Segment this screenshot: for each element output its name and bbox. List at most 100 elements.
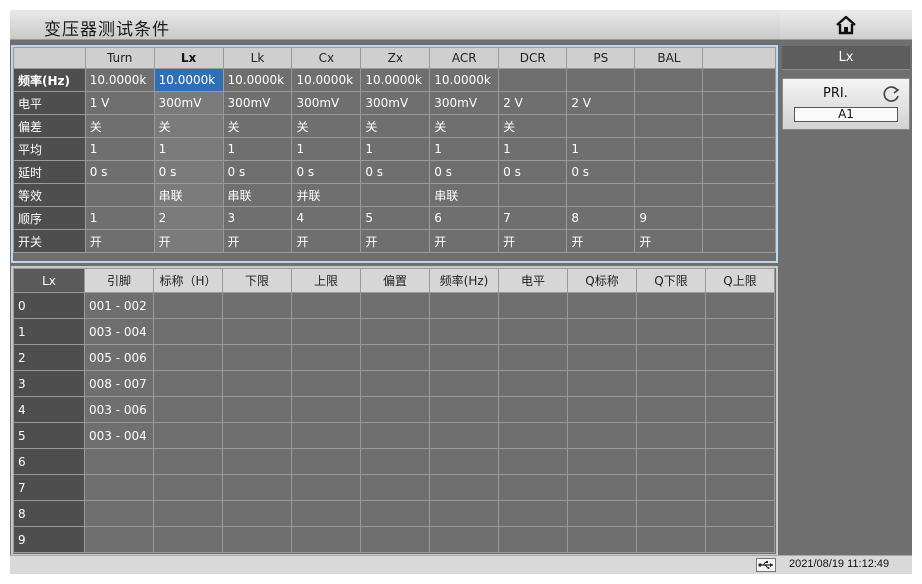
limit-cell[interactable]: [636, 292, 706, 319]
limit-cell[interactable]: [291, 370, 361, 397]
pin-cell[interactable]: 003 - 004: [84, 318, 154, 345]
limit-cell[interactable]: [429, 344, 499, 371]
setting-cell[interactable]: [634, 137, 704, 161]
limit-cell[interactable]: [291, 422, 361, 449]
setting-cell[interactable]: 2 V: [498, 91, 568, 115]
limit-cell[interactable]: [291, 292, 361, 319]
table-row[interactable]: 0 001 - 002: [13, 292, 775, 319]
limit-cell[interactable]: [291, 500, 361, 527]
setting-cell[interactable]: 3: [222, 206, 293, 230]
pin-cell[interactable]: 005 - 006: [84, 344, 154, 371]
limit-cell[interactable]: [360, 318, 430, 345]
limit-cell[interactable]: [567, 344, 637, 371]
setting-cell[interactable]: 1: [153, 137, 224, 161]
setting-cell[interactable]: 0 s: [498, 160, 568, 184]
limit-cell[interactable]: [360, 500, 430, 527]
limit-cell[interactable]: [705, 526, 775, 553]
table-row[interactable]: 2 005 - 006: [13, 344, 775, 371]
limit-cell[interactable]: [153, 318, 223, 345]
setting-cell[interactable]: 串联: [429, 183, 500, 207]
setting-cell[interactable]: 1: [291, 137, 362, 161]
limit-cell[interactable]: [291, 318, 361, 345]
setting-cell[interactable]: 0 s: [360, 160, 431, 184]
setting-cell[interactable]: 开: [291, 229, 362, 253]
setting-cell[interactable]: 9: [634, 206, 704, 230]
limit-cell[interactable]: [429, 500, 499, 527]
limit-cell[interactable]: [222, 422, 292, 449]
setting-cell[interactable]: 关: [222, 114, 293, 138]
setting-cell[interactable]: 开: [566, 229, 636, 253]
limit-cell[interactable]: [636, 344, 706, 371]
limit-cell[interactable]: [360, 396, 430, 423]
setting-cell[interactable]: [566, 183, 636, 207]
limit-cell[interactable]: [498, 396, 568, 423]
setting-cell[interactable]: 10.0000k: [429, 68, 500, 92]
setting-cell[interactable]: 1: [429, 137, 500, 161]
setting-cell[interactable]: 0 s: [291, 160, 362, 184]
setting-cell[interactable]: 300mV: [360, 91, 431, 115]
limit-cell[interactable]: [567, 396, 637, 423]
setting-cell[interactable]: [84, 183, 155, 207]
setting-cell[interactable]: 1: [84, 137, 155, 161]
setting-cell[interactable]: [566, 114, 636, 138]
limit-cell[interactable]: [429, 474, 499, 501]
limit-cell[interactable]: [153, 526, 223, 553]
setting-cell[interactable]: 关: [84, 114, 155, 138]
limit-cell[interactable]: [429, 396, 499, 423]
table-row[interactable]: 8: [13, 500, 775, 527]
setting-cell[interactable]: 300mV: [291, 91, 362, 115]
limit-cell[interactable]: [360, 526, 430, 553]
setting-cell[interactable]: [634, 183, 704, 207]
limit-cell[interactable]: [153, 370, 223, 397]
limit-cell[interactable]: [636, 422, 706, 449]
limit-cell[interactable]: [498, 474, 568, 501]
limit-cell[interactable]: [636, 370, 706, 397]
setting-cell[interactable]: 300mV: [222, 91, 293, 115]
setting-cell[interactable]: 7: [498, 206, 568, 230]
limit-cell[interactable]: [705, 396, 775, 423]
setting-cell[interactable]: [702, 114, 776, 138]
limit-cell[interactable]: [498, 448, 568, 475]
setting-cell[interactable]: 8: [566, 206, 636, 230]
pin-cell[interactable]: 008 - 007: [84, 370, 154, 397]
setting-cell[interactable]: 1 V: [84, 91, 155, 115]
limit-cell[interactable]: [429, 526, 499, 553]
setting-cell[interactable]: 关: [498, 114, 568, 138]
limit-cell[interactable]: [705, 448, 775, 475]
limit-cell[interactable]: [567, 422, 637, 449]
setting-cell[interactable]: 10.0000k: [360, 68, 431, 92]
pri-button[interactable]: PRI. A1: [782, 78, 910, 130]
setting-cell[interactable]: 1: [360, 137, 431, 161]
limit-cell[interactable]: [153, 422, 223, 449]
limit-cell[interactable]: [498, 318, 568, 345]
pin-cell[interactable]: [84, 448, 154, 475]
limit-cell[interactable]: [291, 448, 361, 475]
limit-cell[interactable]: [360, 370, 430, 397]
setting-cell[interactable]: 关: [291, 114, 362, 138]
setting-cell[interactable]: 4: [291, 206, 362, 230]
setting-cell[interactable]: [702, 91, 776, 115]
setting-cell[interactable]: 2 V: [566, 91, 636, 115]
limit-cell[interactable]: [291, 526, 361, 553]
setting-cell[interactable]: 开: [222, 229, 293, 253]
pin-cell[interactable]: 003 - 006: [84, 396, 154, 423]
setting-cell[interactable]: 并联: [291, 183, 362, 207]
limit-cell[interactable]: [567, 500, 637, 527]
table-row[interactable]: 4 003 - 006: [13, 396, 775, 423]
setting-cell[interactable]: 0 s: [566, 160, 636, 184]
setting-cell[interactable]: 6: [429, 206, 500, 230]
table-row[interactable]: 7: [13, 474, 775, 501]
setting-cell[interactable]: [634, 68, 704, 92]
setting-cell[interactable]: 2: [153, 206, 224, 230]
limit-cell[interactable]: [153, 474, 223, 501]
setting-cell[interactable]: 串联: [222, 183, 293, 207]
limit-cell[interactable]: [705, 370, 775, 397]
setting-cell[interactable]: [498, 183, 568, 207]
setting-cell[interactable]: 1: [222, 137, 293, 161]
table-row[interactable]: 5 003 - 004: [13, 422, 775, 449]
limit-cell[interactable]: [153, 292, 223, 319]
setting-cell[interactable]: 0 s: [84, 160, 155, 184]
home-button[interactable]: [780, 10, 912, 40]
selected-cell[interactable]: 10.0000k: [153, 68, 224, 92]
setting-cell[interactable]: 开: [634, 229, 704, 253]
